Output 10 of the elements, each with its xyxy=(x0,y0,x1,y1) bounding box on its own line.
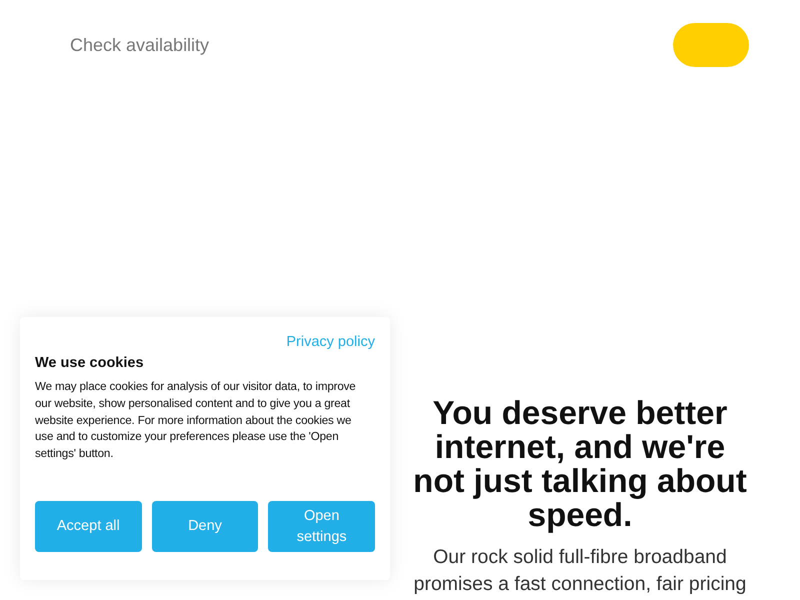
hero-heading: You deserve better internet, and we're not just talking about speed. xyxy=(412,396,748,532)
check-availability-link[interactable]: Check availability xyxy=(70,34,210,56)
cookie-button[interactable]: Open settings xyxy=(268,501,376,552)
cookie-title: We use cookies xyxy=(35,354,145,373)
cookie-text: We may place cookies for analysis of our visitor data, to improve our website, show personalised content and to give you a great website experience. For more information about the cookies we use and to customize your preferences please use the 'Open settings' button. xyxy=(35,379,357,462)
cookie-button[interactable]: Accept all xyxy=(35,501,142,552)
pill-button[interactable] xyxy=(673,23,749,67)
hero-paragraph: Our rock solid full-fibre broadband promises a fast connection, fair pricing xyxy=(412,545,748,597)
privacy-policy-link[interactable]: Privacy policy xyxy=(286,333,375,351)
cookie-button[interactable]: Deny xyxy=(152,501,258,552)
